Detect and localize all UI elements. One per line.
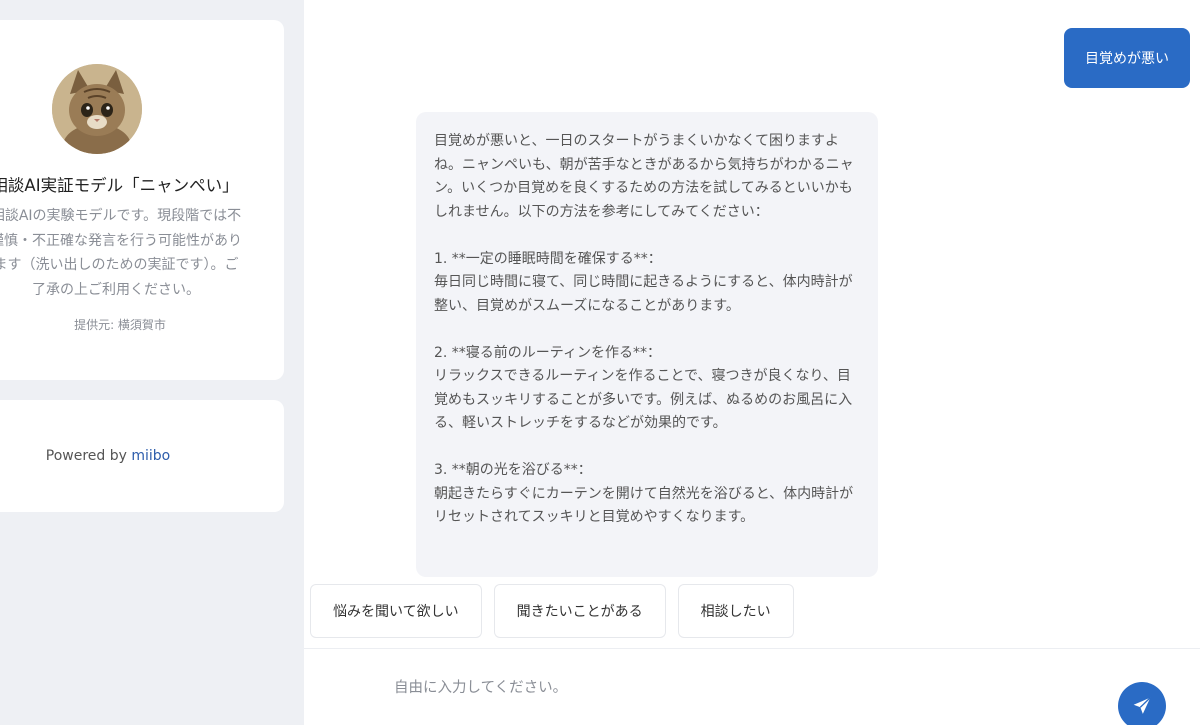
powered-by-card: Powered by miibo <box>0 400 284 512</box>
chat-area: 目覚めが悪い 目覚めが悪いと、一日のスタートがうまくいかなくて困りますよね。ニャ… <box>304 0 1200 725</box>
suggestion-chip[interactable]: 聞きたいことがある <box>493 584 666 638</box>
bot-message-text: 目覚めが悪いと、一日のスタートがうまくいかなくて困りますよね。ニャンペいも、朝が… <box>434 133 854 525</box>
input-bar <box>304 648 1200 725</box>
bot-description: 相談AIの実験モデルです。現段階では不謹慎・不正確な発言を行う可能性があります（… <box>0 208 242 298</box>
suggestion-chip[interactable]: 相談したい <box>677 584 794 638</box>
bot-name: 相談AI実証モデル「ニャンぺい」 <box>0 176 239 195</box>
sidebar: 相談AI実証モデル「ニャンぺい」 相談AIの実験モデルです。現段階では不謹慎・不… <box>0 0 304 725</box>
provider-label: 提供元: 横須賀市 <box>74 318 166 332</box>
bot-profile-card: 相談AI実証モデル「ニャンぺい」 相談AIの実験モデルです。現段階では不謹慎・不… <box>0 20 284 380</box>
avatar <box>52 64 142 154</box>
paper-plane-icon <box>1133 697 1151 714</box>
suggestion-chips: 悩みを聞いて欲しい 聞きたいことがある 相談したい <box>310 584 794 638</box>
powered-by: Powered by miibo <box>0 448 236 464</box>
user-message-bubble: 目覚めが悪い <box>1064 28 1190 88</box>
miibo-link[interactable]: miibo <box>131 448 170 464</box>
send-button[interactable] <box>1118 682 1166 725</box>
cat-avatar-icon <box>52 64 142 154</box>
chat-input[interactable] <box>394 673 1094 703</box>
powered-by-prefix: Powered by <box>45 448 127 464</box>
bot-message-bubble: 目覚めが悪いと、一日のスタートがうまくいかなくて困りますよね。ニャンペいも、朝が… <box>416 112 878 577</box>
suggestion-chip[interactable]: 悩みを聞いて欲しい <box>310 584 482 638</box>
